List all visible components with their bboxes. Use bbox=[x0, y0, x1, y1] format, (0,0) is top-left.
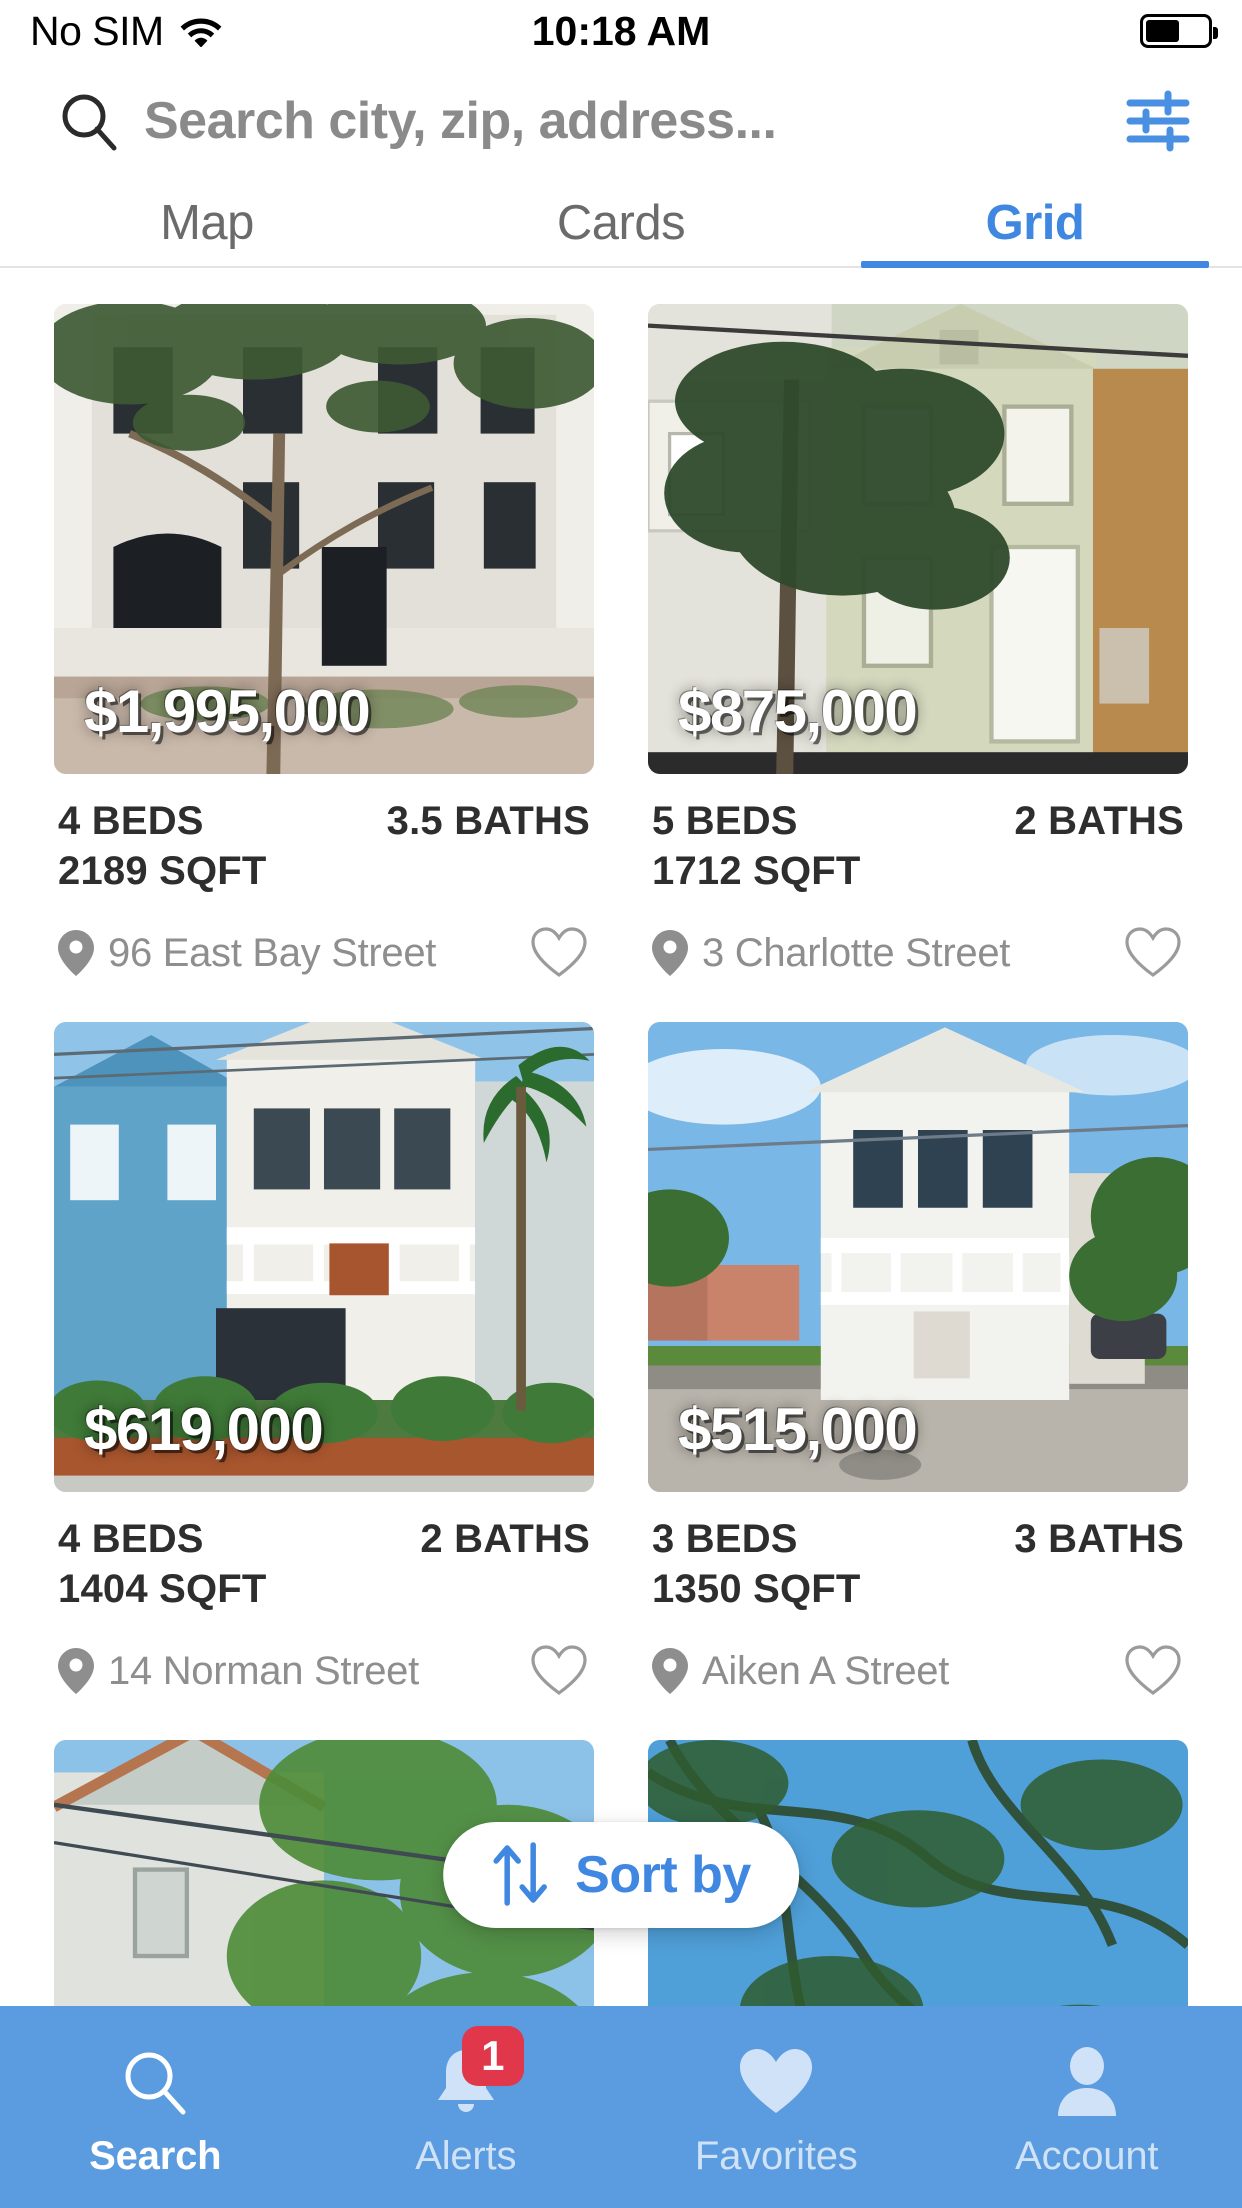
listing-sqft: 2189 SQFT bbox=[58, 849, 267, 893]
listing-beds-sqft: 5 BEDS 1712 SQFT bbox=[652, 796, 861, 896]
app-root: No SIM 10:18 AM Search city, zip, addres… bbox=[0, 0, 1242, 2208]
listing-address: Aiken A Street bbox=[702, 1648, 950, 1693]
tab-cards[interactable]: Cards bbox=[414, 180, 828, 266]
nav-item-alerts[interactable]: 1 Alerts bbox=[311, 2006, 622, 2208]
filter-sliders-icon[interactable] bbox=[1120, 83, 1196, 159]
map-pin-icon bbox=[652, 930, 688, 976]
listing-card[interactable]: $875,000 5 BEDS 1712 SQFT 2 BATHS 3 Char… bbox=[648, 304, 1188, 984]
listing-address-row: 3 Charlotte Street bbox=[648, 896, 1188, 984]
listing-beds: 3 BEDS bbox=[652, 1517, 798, 1561]
wifi-icon bbox=[178, 11, 224, 52]
battery-fill bbox=[1146, 20, 1179, 42]
search-input[interactable] bbox=[120, 91, 1120, 151]
listing-address: 96 East Bay Street bbox=[108, 930, 437, 975]
sort-by-button[interactable]: Sort by bbox=[443, 1822, 799, 1928]
nav-item-favorites[interactable]: Favorites bbox=[621, 2006, 932, 2208]
view-mode-tabs: Map Cards Grid bbox=[0, 180, 1242, 268]
listing-address-row: Aiken A Street bbox=[648, 1614, 1188, 1702]
listing-price: $515,000 bbox=[678, 1396, 918, 1463]
nav-label-alerts: Alerts bbox=[415, 2133, 517, 2178]
listing-specs: 4 BEDS 2189 SQFT 3.5 BATHS bbox=[54, 774, 594, 896]
bell-icon: 1 bbox=[432, 2025, 524, 2120]
listing-address: 14 Norman Street bbox=[108, 1648, 419, 1693]
nav-label-search: Search bbox=[89, 2133, 222, 2178]
listing-card[interactable]: $1,995,000 4 BEDS 2189 SQFT 3.5 BATHS 96… bbox=[54, 304, 594, 984]
listings-grid: $1,995,000 4 BEDS 2189 SQFT 3.5 BATHS 96… bbox=[0, 304, 1242, 2008]
listing-price: $875,000 bbox=[678, 678, 918, 745]
search-icon bbox=[58, 90, 120, 152]
listing-address-row: 96 East Bay Street bbox=[54, 896, 594, 984]
favorite-heart-icon[interactable] bbox=[528, 922, 590, 984]
listing-sqft: 1712 SQFT bbox=[652, 849, 861, 893]
listing-price: $1,995,000 bbox=[84, 678, 371, 745]
tab-grid[interactable]: Grid bbox=[828, 180, 1242, 268]
listing-baths: 3 BATHS bbox=[1014, 1517, 1184, 1561]
nav-label-favorites: Favorites bbox=[694, 2133, 858, 2178]
carrier-label: No SIM bbox=[30, 7, 164, 54]
map-pin-icon bbox=[58, 1648, 94, 1694]
listing-price: $619,000 bbox=[84, 1396, 324, 1463]
sort-arrows-icon bbox=[491, 1841, 549, 1910]
nav-item-search[interactable]: Search bbox=[0, 2006, 311, 2208]
favorite-heart-icon[interactable] bbox=[1122, 1640, 1184, 1702]
listing-photo[interactable]: $619,000 bbox=[54, 1022, 594, 1492]
heart-icon bbox=[738, 2044, 814, 2120]
listing-specs: 3 BEDS 1350 SQFT 3 BATHS bbox=[648, 1492, 1188, 1614]
listing-photo[interactable]: $515,000 bbox=[648, 1022, 1188, 1492]
clock-label: 10:18 AM bbox=[531, 7, 711, 54]
listing-beds-sqft: 3 BEDS 1350 SQFT bbox=[652, 1514, 861, 1614]
listings-scroll-area[interactable]: $1,995,000 4 BEDS 2189 SQFT 3.5 BATHS 96… bbox=[0, 268, 1242, 2008]
listing-baths: 2 BATHS bbox=[420, 1517, 590, 1561]
nav-item-account[interactable]: Account bbox=[932, 2006, 1242, 2208]
person-icon bbox=[1054, 2044, 1120, 2120]
nav-label-account: Account bbox=[1015, 2133, 1159, 2178]
map-pin-icon bbox=[652, 1648, 688, 1694]
search-bar bbox=[0, 62, 1242, 180]
listing-address: 3 Charlotte Street bbox=[702, 930, 1011, 975]
listing-address-row: 14 Norman Street bbox=[54, 1614, 594, 1702]
tab-map[interactable]: Map bbox=[0, 180, 414, 266]
listing-card[interactable]: $619,000 4 BEDS 1404 SQFT 2 BATHS 14 Nor… bbox=[54, 1022, 594, 1702]
status-bar-right bbox=[710, 14, 1218, 48]
status-bar: No SIM 10:18 AM bbox=[0, 0, 1242, 62]
listing-beds: 5 BEDS bbox=[652, 799, 798, 843]
listing-baths: 2 BATHS bbox=[1014, 799, 1184, 843]
listing-specs: 5 BEDS 1712 SQFT 2 BATHS bbox=[648, 774, 1188, 896]
bottom-navigation: Search 1 Alerts Favorites Account bbox=[0, 2006, 1242, 2208]
favorite-heart-icon[interactable] bbox=[528, 1640, 590, 1702]
listing-sqft: 1350 SQFT bbox=[652, 1567, 861, 1611]
listing-beds: 4 BEDS bbox=[58, 1517, 204, 1561]
alerts-badge: 1 bbox=[461, 2025, 524, 2086]
sort-by-label: Sort by bbox=[575, 1846, 751, 1904]
favorite-heart-icon[interactable] bbox=[1122, 922, 1184, 984]
listing-beds: 4 BEDS bbox=[58, 799, 204, 843]
listing-beds-sqft: 4 BEDS 1404 SQFT bbox=[58, 1514, 267, 1614]
status-bar-left: No SIM bbox=[30, 7, 532, 54]
listing-baths: 3.5 BATHS bbox=[386, 799, 590, 843]
listing-photo[interactable]: $875,000 bbox=[648, 304, 1188, 774]
search-icon bbox=[119, 2044, 191, 2120]
listing-card[interactable]: $515,000 3 BEDS 1350 SQFT 3 BATHS Aiken … bbox=[648, 1022, 1188, 1702]
listing-specs: 4 BEDS 1404 SQFT 2 BATHS bbox=[54, 1492, 594, 1614]
listing-beds-sqft: 4 BEDS 2189 SQFT bbox=[58, 796, 267, 896]
map-pin-icon bbox=[58, 930, 94, 976]
battery-icon bbox=[1140, 14, 1218, 48]
listing-photo[interactable]: $1,995,000 bbox=[54, 304, 594, 774]
listing-sqft: 1404 SQFT bbox=[58, 1567, 267, 1611]
